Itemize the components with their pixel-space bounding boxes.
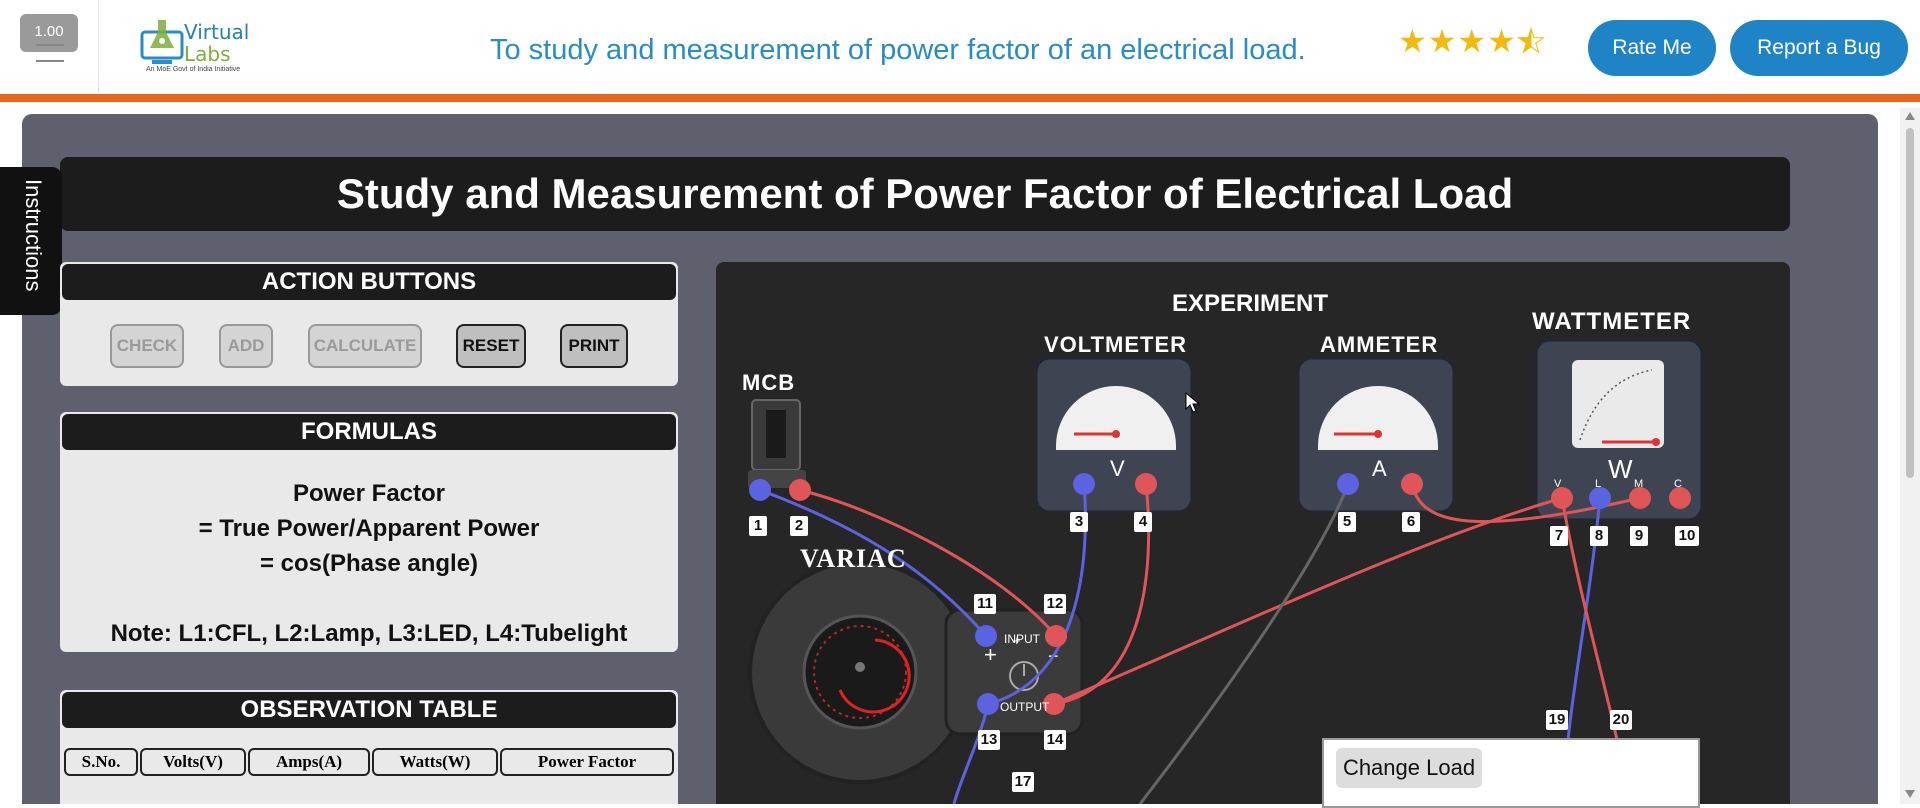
wattmeter-label: WATTMETER xyxy=(1532,308,1692,335)
formula-line: = cos(Phase angle) xyxy=(259,550,479,577)
input-label: INPUT xyxy=(1004,632,1040,646)
output-label: OUTPUT xyxy=(1000,700,1050,714)
page-scrollbar[interactable] xyxy=(1900,108,1920,804)
star-icon: ★ xyxy=(1457,23,1488,59)
check-button[interactable]: CHECK xyxy=(110,324,184,368)
simulation-title: Study and Measurement of Power Factor of… xyxy=(60,157,1790,231)
terminal-number: 12 xyxy=(1044,594,1066,614)
column-header: Power Factor xyxy=(500,748,674,776)
star-icon: ★ xyxy=(1487,23,1517,59)
terminal-number: 7 xyxy=(1550,526,1568,546)
observation-title: OBSERVATION TABLE xyxy=(60,690,678,730)
terminal-number: 13 xyxy=(978,730,1000,750)
column-header: S.No. xyxy=(64,748,138,776)
terminal-number: 2 xyxy=(790,516,808,536)
menu-toggle[interactable]: 1.00 xyxy=(0,0,99,92)
action-panel: ACTION BUTTONS CHECK ADD CALCULATE RESET… xyxy=(60,262,678,386)
terminal-number: 3 xyxy=(1070,512,1088,532)
mouse-cursor-icon xyxy=(1185,392,1201,413)
observation-panel: OBSERVATION TABLE S.No. Volts(V) Amps(A)… xyxy=(60,690,678,804)
formulas-title: FORMULAS xyxy=(60,412,678,452)
logo-subtitle: An MoE Govt of India Initiative xyxy=(146,66,241,73)
column-header: Volts(V) xyxy=(140,748,246,776)
terminal-number: 9 xyxy=(1630,526,1648,546)
terminal-number: 17 xyxy=(1012,772,1034,792)
hamburger-icon[interactable] xyxy=(36,44,64,62)
experiment-title: EXPERIMENT xyxy=(1172,290,1329,317)
rate-me-button[interactable]: Rate Me xyxy=(1588,20,1716,76)
formula-line: Power Factor xyxy=(292,480,446,507)
logo-text: Labs xyxy=(184,42,231,66)
terminal-number: 6 xyxy=(1402,512,1420,532)
ammeter-symbol: A xyxy=(1372,456,1388,481)
header: 1.00 Virtual Labs An MoE Govt of India I… xyxy=(0,0,1920,94)
scroll-up-icon[interactable] xyxy=(1905,112,1915,120)
ammeter-label: AMMETER xyxy=(1320,332,1439,357)
instructions-tab[interactable]: Instructions xyxy=(0,167,62,315)
instructions-label: Instructions xyxy=(21,179,46,292)
terminal-number: 5 xyxy=(1338,512,1356,532)
action-panel-title: ACTION BUTTONS xyxy=(60,262,678,302)
mcb-label: MCB xyxy=(742,370,796,395)
page-title: To study and measurement of power factor… xyxy=(490,34,1306,66)
formula-note: Note: L1:CFL, L2:Lamp, L3:LED, L4:Tubeli… xyxy=(110,620,628,647)
terminal-number: 19 xyxy=(1546,710,1568,730)
load-selector-panel: Change Load xyxy=(1322,738,1700,808)
scroll-thumb[interactable] xyxy=(1906,128,1914,478)
column-header: Amps(A) xyxy=(248,748,370,776)
print-button[interactable]: PRINT xyxy=(560,324,628,368)
half-star-icon: ★ xyxy=(1516,23,1547,60)
wattmeter-symbol: W xyxy=(1608,454,1634,484)
formulas-panel: FORMULAS Power Factor = True Power/Appar… xyxy=(60,412,678,652)
column-header: Watts(W) xyxy=(372,748,498,776)
wattmeter-term-label: C xyxy=(1674,478,1682,490)
terminal-number: 20 xyxy=(1610,710,1632,730)
lab-flask-icon xyxy=(140,20,184,64)
star-icon: ★ xyxy=(1427,23,1458,59)
change-load-button[interactable]: Change Load xyxy=(1336,748,1482,788)
scroll-down-icon[interactable] xyxy=(1905,790,1915,798)
variac-label: VARIAC xyxy=(800,544,907,573)
wattmeter-term-label: V xyxy=(1554,478,1562,490)
wattmeter-term-label: M xyxy=(1634,478,1644,490)
voltmeter-symbol: V xyxy=(1110,456,1126,481)
terminal-number: 11 xyxy=(974,594,996,614)
reset-button[interactable]: RESET xyxy=(456,324,526,368)
terminal-number: 8 xyxy=(1590,526,1608,546)
star-icon: ★ xyxy=(1398,23,1428,59)
terminal-number: 4 xyxy=(1134,512,1152,532)
virtual-labs-logo[interactable]: Virtual Labs An MoE Govt of India Initia… xyxy=(136,14,256,78)
logo-text: Virtual xyxy=(184,20,250,44)
formula-line: = True Power/Apparent Power xyxy=(198,515,540,542)
terminal-number: 10 xyxy=(1675,526,1699,546)
terminal-number: 14 xyxy=(1044,730,1066,750)
report-bug-button[interactable]: Report a Bug xyxy=(1730,20,1908,76)
add-button[interactable]: ADD xyxy=(219,324,273,368)
header-accent-bar xyxy=(0,94,1920,102)
rating-stars[interactable]: ★★★★★ xyxy=(1398,22,1546,60)
terminal-number: 1 xyxy=(749,516,767,536)
voltmeter-label: VOLTMETER xyxy=(1044,332,1188,357)
calculate-button[interactable]: CALCULATE xyxy=(308,324,422,368)
wattmeter-term-label: L xyxy=(1595,478,1602,490)
